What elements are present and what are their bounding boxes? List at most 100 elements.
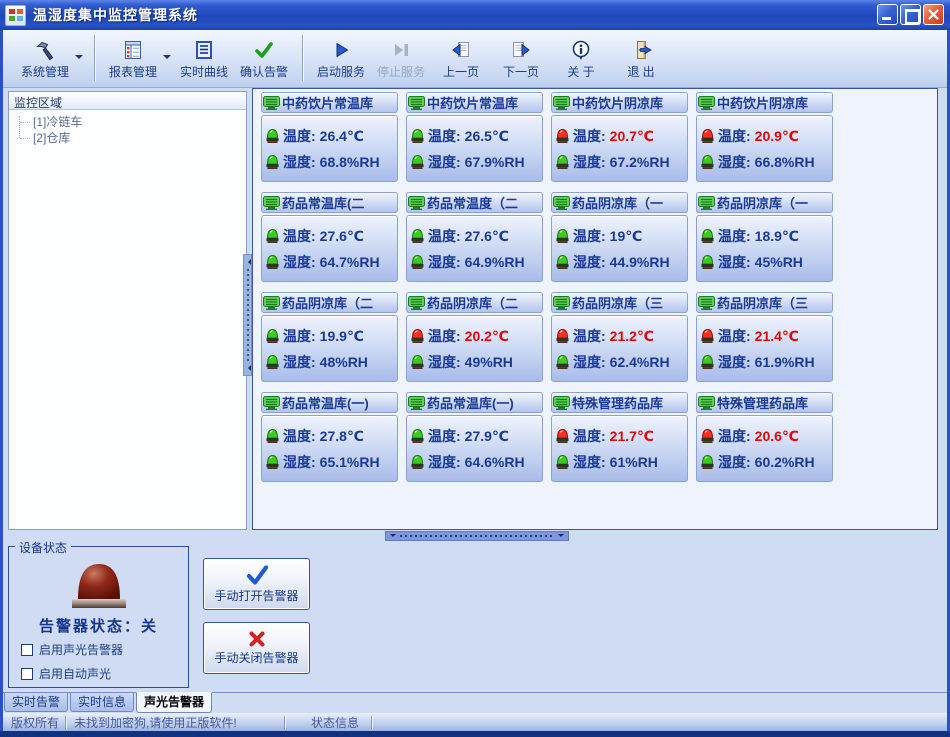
beacon-red-icon — [411, 328, 424, 344]
toolbar-button-start-service[interactable]: 启动服务 — [311, 33, 371, 84]
tab-sound-light-alarm[interactable]: 声光告警器 — [136, 692, 212, 713]
play-icon — [330, 37, 352, 63]
toolbar-button-confirm-alarm[interactable]: 确认告警 — [234, 33, 294, 84]
chevron-down-icon[interactable] — [75, 55, 83, 63]
monitor-card-body[interactable]: 温度:20.2℃湿度:49%RH — [406, 315, 543, 382]
monitor-card-header[interactable]: 药品常温库(二 — [261, 192, 398, 213]
toolbar-button-realtime-curve[interactable]: 实时曲线 — [174, 33, 234, 84]
vertical-splitter[interactable] — [243, 254, 252, 376]
monitor-card-header[interactable]: 特殊管理药品库 — [551, 392, 688, 413]
monitor-card-header[interactable]: 药品常温度（二 — [406, 192, 543, 213]
monitor-card-body[interactable]: 温度:21.2℃湿度:62.4%RH — [551, 315, 688, 382]
beacon-green-icon — [266, 354, 279, 370]
temperature-row: 温度:18.9℃ — [701, 223, 829, 249]
toolbar-button-system-management[interactable]: 系统管理 — [15, 33, 75, 84]
monitor-card-header[interactable]: 药品常温库(一) — [261, 392, 398, 413]
manual-close-alarm-button[interactable]: 手动关闭告警器 — [203, 622, 310, 674]
close-button[interactable] — [923, 4, 944, 25]
monitor-card-header[interactable]: 中药饮片常温库 — [261, 92, 398, 113]
toolbar-button-label: 停止服务 — [377, 63, 425, 80]
monitor-card-header[interactable]: 药品阴凉库（二 — [261, 292, 398, 313]
monitor-name: 中药饮片阴凉库 — [572, 93, 663, 112]
manual-open-alarm-button[interactable]: 手动打开告警器 — [203, 558, 310, 610]
tree-node-0[interactable]: [1]冷链车 — [17, 114, 246, 130]
toolbar-button-label: 确认告警 — [240, 63, 288, 80]
collapse-down-icon — [558, 534, 564, 540]
checkbox-icon[interactable] — [21, 644, 33, 656]
toolbar-button-exit[interactable]: 退 出 — [611, 33, 671, 84]
toolbar-button-label: 下一页 — [503, 63, 539, 80]
temperature-row: 温度:26.5℃ — [411, 123, 539, 149]
beacon-green-icon — [411, 228, 424, 244]
monitor-card: 药品常温度（二温度:27.6℃湿度:64.9%RH — [406, 192, 543, 282]
humidity-value: 66.8%RH — [755, 154, 815, 170]
monitor-card-body[interactable]: 温度:27.6℃湿度:64.9%RH — [406, 215, 543, 282]
tab-realtime-alarm[interactable]: 实时告警 — [4, 693, 68, 712]
chevron-down-icon[interactable] — [163, 55, 171, 63]
tab-realtime-info[interactable]: 实时信息 — [70, 693, 134, 712]
monitor-card-header[interactable]: 中药饮片常温库 — [406, 92, 543, 113]
horizontal-splitter[interactable] — [385, 531, 569, 541]
monitor-card-body[interactable]: 温度:18.9℃湿度:45%RH — [696, 215, 833, 282]
temperature-label: 温度: — [573, 426, 606, 446]
monitor-name: 中药饮片常温库 — [282, 93, 373, 112]
device-monitor-icon — [263, 96, 280, 110]
beacon-green-icon — [556, 254, 569, 270]
minimize-button[interactable] — [877, 4, 898, 25]
toolbar-button-label: 上一页 — [443, 63, 479, 80]
temperature-row: 温度:27.6℃ — [411, 223, 539, 249]
temperature-row: 温度:21.2℃ — [556, 323, 684, 349]
titlebar[interactable]: 温湿度集中监控管理系统 — [0, 0, 950, 30]
monitor-card-header[interactable]: 药品阴凉库（三 — [551, 292, 688, 313]
monitor-card-header[interactable]: 药品阴凉库（一 — [551, 192, 688, 213]
temperature-row: 温度:21.7℃ — [556, 423, 684, 449]
monitor-card-body[interactable]: 温度:27.9℃湿度:64.6%RH — [406, 415, 543, 482]
monitor-card-body[interactable]: 温度:21.4℃湿度:61.9%RH — [696, 315, 833, 382]
checkbox-row-0[interactable]: 启用声光告警器 — [21, 641, 123, 658]
checkbox-icon[interactable] — [21, 668, 33, 680]
monitor-card-header[interactable]: 特殊管理药品库 — [696, 392, 833, 413]
toolbar-button-report-management[interactable]: 报表管理 — [103, 33, 163, 84]
monitor-card-body[interactable]: 温度:27.6℃湿度:64.7%RH — [261, 215, 398, 282]
monitor-card-header[interactable]: 药品常温库(一) — [406, 392, 543, 413]
blue-check-icon — [244, 564, 270, 586]
monitor-card-body[interactable]: 温度:20.7℃湿度:67.2%RH — [551, 115, 688, 182]
toolbar-button-prev-page[interactable]: 上一页 — [431, 33, 491, 84]
monitor-card-body[interactable]: 温度:19.9℃湿度:48%RH — [261, 315, 398, 382]
tree-node-1[interactable]: [2]仓库 — [17, 130, 246, 146]
device-monitor-icon — [553, 396, 570, 410]
checkbox-row-1[interactable]: 启用自动声光 — [21, 665, 123, 682]
statusbar-item-0: 版权所有 — [3, 714, 65, 731]
statusbar: 版权所有未找到加密狗,请使用正版软件!状态信息 — [3, 713, 947, 731]
monitor-card-body[interactable]: 温度:20.9℃湿度:66.8%RH — [696, 115, 833, 182]
temperature-value: 21.4℃ — [755, 328, 799, 345]
monitor-card-body[interactable]: 温度:27.8℃湿度:65.1%RH — [261, 415, 398, 482]
toolbar-button-about[interactable]: 关 于 — [551, 33, 611, 84]
maximize-button[interactable] — [900, 4, 921, 25]
monitor-card-header[interactable]: 药品阴凉库（三 — [696, 292, 833, 313]
alarm-options: 启用声光告警器启用自动声光 — [21, 641, 123, 682]
temperature-row: 温度:20.2℃ — [411, 323, 539, 349]
temperature-value: 20.2℃ — [465, 328, 509, 345]
device-monitor-icon — [408, 196, 425, 210]
temperature-row: 温度:27.9℃ — [411, 423, 539, 449]
monitor-card-body[interactable]: 温度:19℃湿度:44.9%RH — [551, 215, 688, 282]
humidity-row: 湿度:68.8%RH — [266, 149, 394, 175]
monitor-card-body[interactable]: 温度:20.6℃湿度:60.2%RH — [696, 415, 833, 482]
monitor-card-body[interactable]: 温度:26.5℃湿度:67.9%RH — [406, 115, 543, 182]
monitor-name: 药品阴凉库（三 — [717, 293, 808, 312]
monitor-card-header[interactable]: 药品阴凉库（一 — [696, 192, 833, 213]
monitor-card-header[interactable]: 中药饮片阴凉库 — [551, 92, 688, 113]
humidity-label: 湿度: — [283, 352, 316, 372]
monitor-card-header[interactable]: 中药饮片阴凉库 — [696, 92, 833, 113]
temperature-value: 19℃ — [610, 228, 643, 245]
collapse-left-icon — [245, 259, 251, 265]
statusbar-item-2: 状态信息 — [285, 714, 371, 731]
monitor-card-body[interactable]: 温度:26.4℃湿度:68.8%RH — [261, 115, 398, 182]
monitor-card-header[interactable]: 药品阴凉库（二 — [406, 292, 543, 313]
humidity-row: 湿度:64.7%RH — [266, 249, 394, 275]
monitor-card-body[interactable]: 温度:21.7℃湿度:61%RH — [551, 415, 688, 482]
monitor-name: 药品阴凉库（一 — [717, 193, 808, 212]
humidity-value: 64.9%RH — [465, 254, 525, 270]
toolbar-button-next-page[interactable]: 下一页 — [491, 33, 551, 84]
